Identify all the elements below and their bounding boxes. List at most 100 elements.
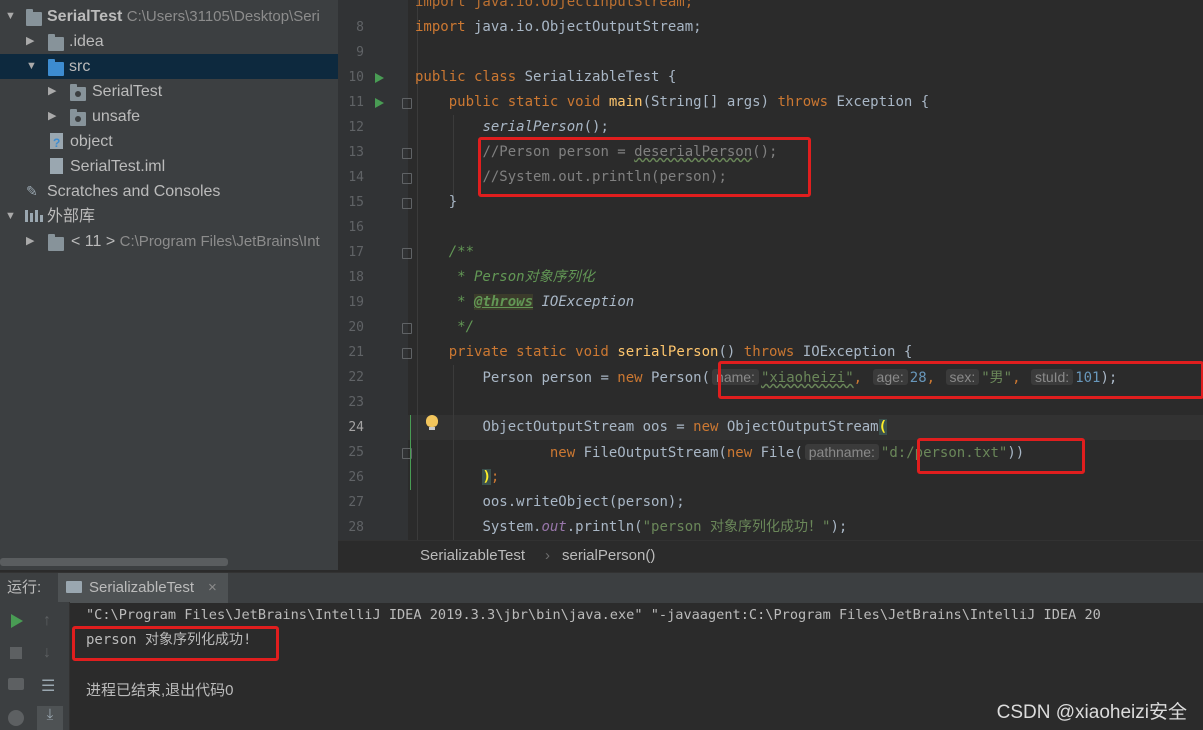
breadcrumb-separator: › <box>545 547 550 564</box>
tree-item-label: object <box>70 133 113 150</box>
line-number: 25 <box>348 445 364 460</box>
folder-icon <box>48 34 64 51</box>
tree-item-label: .idea <box>69 33 104 50</box>
tree-item-package-unsafe[interactable]: ▶ unsafe <box>0 104 338 129</box>
rerun-icon[interactable] <box>11 614 23 628</box>
source-folder-icon <box>48 59 64 76</box>
arrow-down-icon[interactable]: ↓ <box>43 644 63 664</box>
tree-item-scratches[interactable]: ✎ Scratches and Consoles <box>0 179 338 204</box>
chevron-down-icon[interactable]: ▼ <box>5 4 16 29</box>
run-class-icon[interactable] <box>375 73 384 83</box>
line-number: 23 <box>348 395 364 410</box>
change-marker <box>410 415 411 490</box>
fold-icon[interactable] <box>402 98 412 109</box>
line-number: 19 <box>348 295 364 310</box>
scratches-icon: ✎ <box>26 183 38 199</box>
highlight-box-output <box>72 626 279 661</box>
line-number: 24 <box>348 420 364 435</box>
fold-icon[interactable] <box>402 148 412 159</box>
tree-horizontal-scrollbar[interactable] <box>0 556 338 570</box>
tree-item-label: Scratches and Consoles <box>47 183 221 200</box>
fold-icon[interactable] <box>402 348 412 359</box>
code-line-17: /** <box>448 244 475 260</box>
chevron-right-icon[interactable]: ▶ <box>26 29 34 54</box>
tree-item-src[interactable]: ▼ src <box>0 54 338 79</box>
code-line-18: * Person对象序列化 <box>448 269 595 285</box>
tree-item-jdk[interactable]: ▶ < 11 > C:\Program Files\JetBrains\Int <box>0 229 338 254</box>
param-hint: pathname: <box>804 444 879 460</box>
tree-item-external-libraries[interactable]: ▼ 外部库 <box>0 204 338 229</box>
console-exit: 进程已结束,退出代码0 <box>86 682 234 699</box>
chevron-right-icon[interactable]: ▶ <box>48 79 56 104</box>
run-tab[interactable]: SerializableTest × <box>58 573 228 603</box>
tree-item-root[interactable]: ▼ SerialTest C:\Users\31105\Desktop\Seri <box>0 4 338 29</box>
highlight-box-path <box>917 438 1085 474</box>
library-icon <box>25 210 43 222</box>
code-editor[interactable]: 8 9 10 11 12 13 14 15 16 17 18 19 20 21 22 23 24 25 26 27 28… <box>338 0 1203 540</box>
console-icon <box>66 581 82 593</box>
project-name: SerialTest <box>47 8 123 25</box>
tree-item-label: SerialTest <box>92 83 163 100</box>
stop-icon[interactable] <box>10 647 22 659</box>
project-path: C:\Users\31105\Desktop\Seri <box>126 8 320 25</box>
highlight-box-person-args <box>718 361 1203 399</box>
run-main-icon[interactable] <box>375 98 384 108</box>
scrollbar-thumb[interactable] <box>0 558 228 566</box>
line-number: 21 <box>348 345 364 360</box>
tree-item-object[interactable]: object <box>0 129 338 156</box>
soft-wrap-icon[interactable]: ☰ <box>41 676 61 696</box>
tree-item-package-serialtest[interactable]: ▶ SerialTest <box>0 79 338 104</box>
run-actions <box>0 602 33 730</box>
code-line-26: ); <box>482 469 500 485</box>
settings-icon[interactable] <box>8 710 24 726</box>
package-icon <box>70 109 86 126</box>
fold-icon[interactable] <box>402 173 412 184</box>
line-number: 17 <box>348 245 364 260</box>
chevron-right-icon[interactable]: ▶ <box>48 104 56 129</box>
run-label: 运行: <box>7 579 42 596</box>
code-line-10: public class SerializableTest { <box>415 69 677 85</box>
folder-icon <box>26 9 42 26</box>
tree-item-label: 外部库 <box>47 208 96 225</box>
line-number: 9 <box>356 45 364 60</box>
code-line-19: * @throws IOException <box>448 294 635 310</box>
line-number: 11 <box>348 95 364 110</box>
run-nav-actions: ↑ ↓ ☰ ⤓ <box>33 602 70 730</box>
tree-item-iml[interactable]: SerialTest.iml <box>0 154 338 179</box>
code-line-24: ObjectOutputStream oos = new ObjectOutpu… <box>482 419 888 435</box>
breadcrumb-method[interactable]: serialPerson() <box>562 541 655 571</box>
code-line-8: import java.io.ObjectOutputStream; <box>415 19 702 35</box>
chevron-right-icon[interactable]: ▶ <box>26 229 34 254</box>
line-number: 16 <box>348 220 364 235</box>
code-line-20: */ <box>448 319 475 335</box>
line-number: 13 <box>348 145 364 160</box>
watermark: CSDN @xiaoheizi安全 <box>996 702 1187 723</box>
fold-icon[interactable] <box>402 248 412 259</box>
console-command: "C:\Program Files\JetBrains\IntelliJ IDE… <box>86 607 1101 623</box>
code-line-11: public static void main(String[] args) t… <box>448 94 930 110</box>
camera-icon[interactable] <box>8 678 24 690</box>
breadcrumb-class[interactable]: SerializableTest <box>420 541 525 571</box>
project-tree: ▼ SerialTest C:\Users\31105\Desktop\Seri… <box>0 0 338 556</box>
package-icon <box>70 84 86 101</box>
arrow-up-icon[interactable]: ↑ <box>43 612 63 632</box>
tree-item-label: src <box>69 58 91 75</box>
tree-item-idea[interactable]: ▶ .idea <box>0 29 338 54</box>
fold-icon[interactable] <box>402 198 412 209</box>
line-number: 22 <box>348 370 364 385</box>
code-line-27: oos.writeObject(person); <box>482 494 685 510</box>
line-number: 10 <box>348 70 364 85</box>
chevron-down-icon[interactable]: ▼ <box>26 54 37 79</box>
run-toolbar: 运行: SerializableTest × <box>0 572 1203 603</box>
unknown-file-icon <box>50 131 63 156</box>
code-line-28: System.out.println("person 对象序列化成功！"); <box>482 519 848 535</box>
code-line-7: import java.io.ObjectInputStream; <box>415 0 694 10</box>
close-icon[interactable]: × <box>208 573 217 603</box>
tree-item-label: unsafe <box>92 108 141 125</box>
line-number: 26 <box>348 470 364 485</box>
chevron-down-icon[interactable]: ▼ <box>5 204 16 229</box>
fold-icon[interactable] <box>402 323 412 334</box>
scroll-to-end-icon[interactable]: ⤓ <box>37 706 63 730</box>
breadcrumb: SerializableTest › serialPerson() <box>338 540 1203 571</box>
line-number: 28 <box>348 520 364 535</box>
